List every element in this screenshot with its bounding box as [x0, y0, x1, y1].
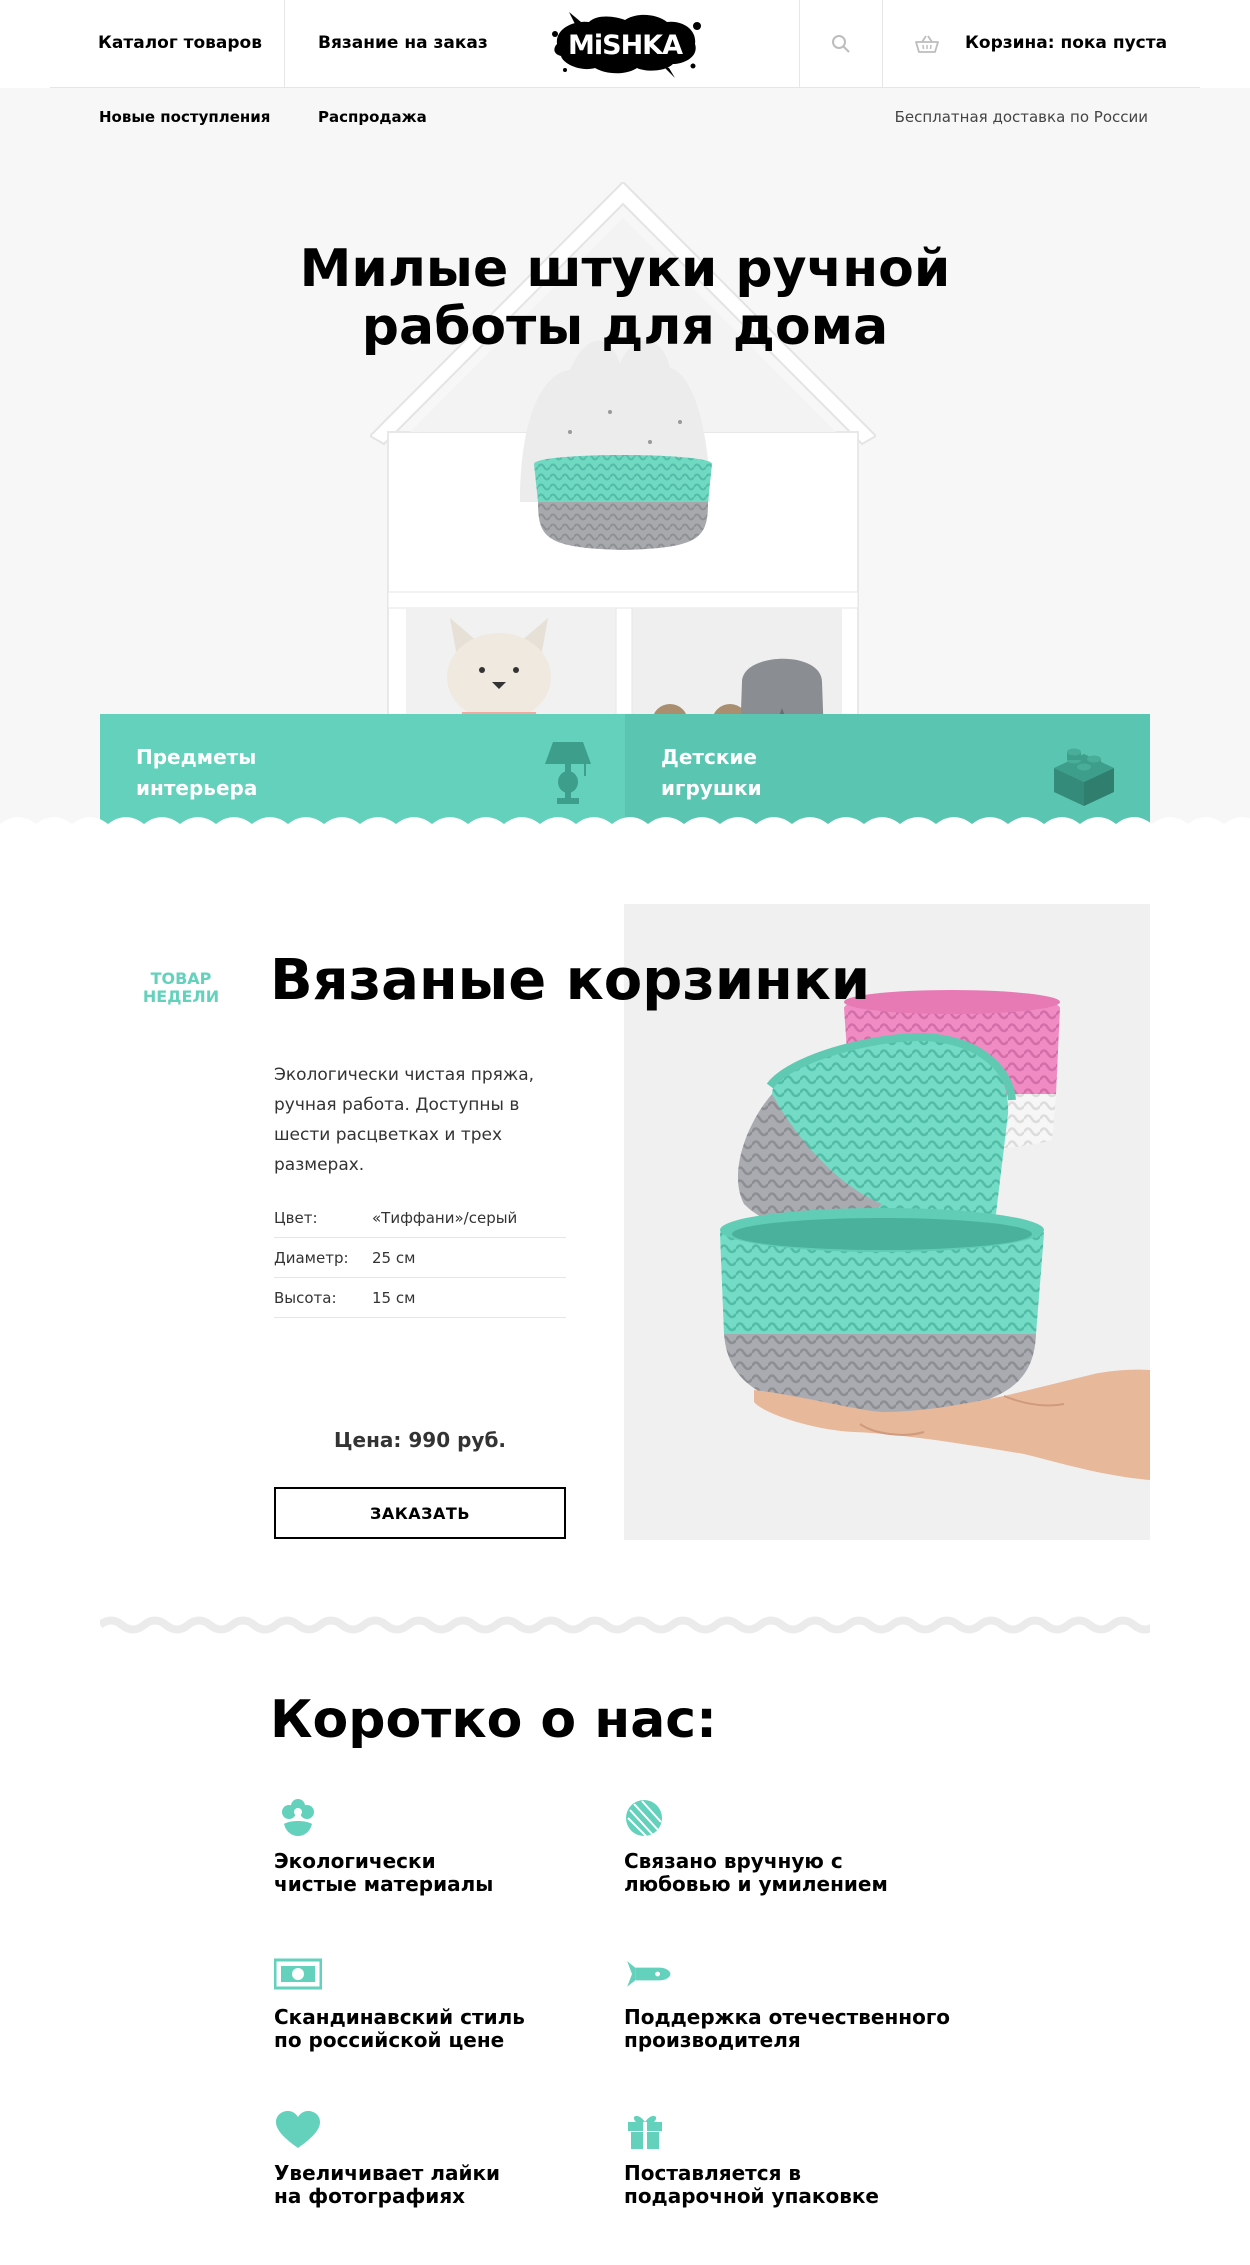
spec-row-diameter: Диаметр: 25 см — [274, 1238, 566, 1278]
feature-text: Поддержка отечественного производителя — [624, 2005, 951, 2052]
cart-button[interactable]: Корзина: пока пуста — [882, 0, 1202, 88]
category-interior-label: Предметы интерьера — [136, 742, 336, 804]
hero-section: Новые поступления Распродажа Бесплатная … — [0, 88, 1250, 828]
spec-value: 15 см — [372, 1288, 416, 1307]
feature-text: Поставляется в подарочной упаковке — [624, 2161, 879, 2208]
product-price: Цена: 990 руб. — [333, 1428, 507, 1452]
cart-label: Корзина: пока пуста — [965, 33, 1168, 53]
heart-icon — [276, 2111, 320, 2148]
spec-row-height: Высота: 15 см — [274, 1278, 566, 1318]
hero-title-line-2: работы для дома — [361, 297, 889, 357]
spec-key: Цвет: — [274, 1208, 318, 1227]
wave-divider — [0, 817, 1250, 840]
feature-text: Увеличивает лайки на фотографиях — [274, 2161, 501, 2208]
nav-divider — [284, 0, 285, 88]
feature-text: Экологически чистые материалы — [274, 1849, 494, 1896]
feature-eco-materials: Экологически чистые материалы — [274, 1798, 614, 1896]
site-header: Каталог товаров Вязание на заказ MiSHKA … — [0, 0, 1250, 88]
product-of-week-badge: ТОВАР НЕДЕЛИ — [136, 970, 226, 1006]
feature-text: Скандинавский стиль по российской цене — [274, 2005, 525, 2052]
basket-icon — [915, 35, 939, 53]
feature-scandi-style: Скандинавский стиль по российской цене — [274, 1954, 614, 2052]
order-button[interactable]: ЗАКАЗАТЬ — [274, 1487, 566, 1539]
hero-title: Милые штуки ручной работы для дома — [0, 240, 1250, 356]
rocket-icon — [627, 1961, 671, 1987]
spec-value: «Тиффани»/серый — [372, 1208, 518, 1227]
category-toys-line-2: игрушки — [661, 776, 762, 800]
product-specs-table: Цвет: «Тиффани»/серый Диаметр: 25 см Выс… — [274, 1198, 566, 1318]
feature-text: Связано вручную с любовью и умилением — [624, 1849, 888, 1896]
feature-handmade: Связано вручную с любовью и умилением — [624, 1798, 964, 1896]
spec-key: Диаметр: — [274, 1248, 349, 1267]
badge-line-2: НЕДЕЛИ — [142, 987, 220, 1006]
category-interior-line-1: Предметы — [136, 745, 257, 769]
category-toys-label: Детские игрушки — [661, 742, 861, 804]
gift-icon — [628, 2115, 662, 2149]
feature-more-likes: Увеличивает лайки на фотографиях — [274, 2110, 614, 2208]
badge-line-1: ТОВАР — [150, 969, 212, 988]
product-description: Экологически чистая пряжа, ручная работа… — [274, 1065, 535, 1175]
spec-row-color: Цвет: «Тиффани»/серый — [274, 1198, 566, 1238]
hero-title-line-1: Милые штуки ручной — [299, 239, 951, 299]
search-icon — [832, 35, 850, 53]
feature-gift-packaging: Поставляется в подарочной упаковке — [624, 2110, 964, 2208]
feature-local-producer: Поддержка отечественного производителя — [624, 1954, 964, 2052]
subnav-sale-link[interactable]: Распродажа — [318, 108, 427, 126]
category-interior-line-2: интерьера — [136, 776, 258, 800]
wave-divider — [100, 1616, 1150, 1634]
nav-catalog-link[interactable]: Каталог товаров — [98, 0, 262, 88]
toy-brick-icon — [1054, 748, 1114, 806]
lamp-icon — [545, 742, 591, 804]
mishka-logo[interactable]: MiSHKA — [545, 6, 705, 82]
flower-icon — [282, 1799, 314, 1836]
free-delivery-note: Бесплатная доставка по России — [894, 108, 1148, 126]
category-toys-line-1: Детские — [661, 745, 757, 769]
about-title: Коротко о нас: — [270, 1690, 717, 1750]
svg-text:MiSHKA: MiSHKA — [568, 30, 683, 61]
nav-custom-knitting-link[interactable]: Вязание на заказ — [318, 0, 488, 88]
search-button[interactable] — [800, 0, 882, 88]
product-title: Вязаные корзинки — [270, 948, 871, 1013]
spec-key: Высота: — [274, 1288, 337, 1307]
yarn-ball-icon — [626, 1800, 662, 1837]
banknote-icon — [274, 1958, 322, 1990]
subnav-new-arrivals-link[interactable]: Новые поступления — [99, 108, 270, 126]
spec-value: 25 см — [372, 1248, 416, 1267]
